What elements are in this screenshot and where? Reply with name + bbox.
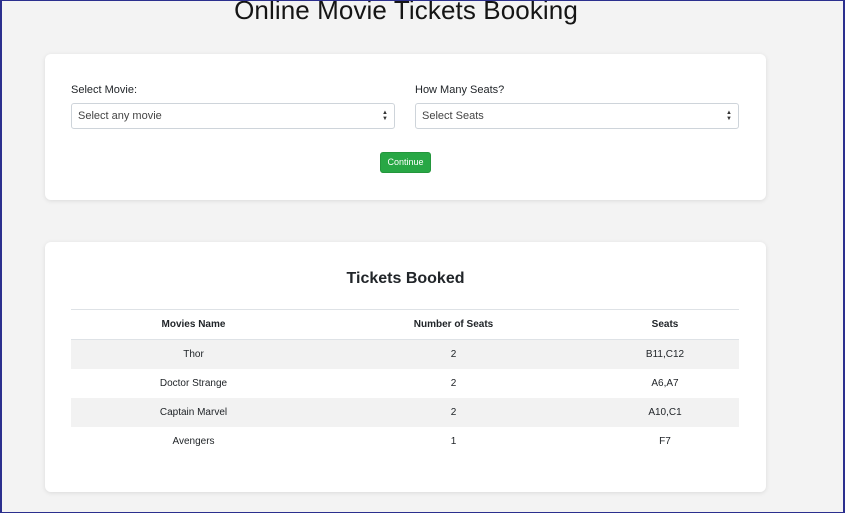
select-updown-icon: ▲ ▼ [726,110,732,122]
page-title: Online Movie Tickets Booking [234,0,578,25]
cell-count: 2 [450,377,457,389]
table-row: Avengers 1 F7 [71,427,739,456]
booking-form-card: Select Movie: Select any movie ▲ ▼ How Ma… [45,54,766,200]
movie-field: Select Movie: Select any movie ▲ ▼ [71,84,395,129]
table-row: Doctor Strange 2 A6,A7 [71,369,739,398]
cell-movie: Avengers [172,435,215,447]
movie-select-value: Select any movie [78,110,162,122]
seats-select-label: How Many Seats? [415,84,505,96]
seats-select[interactable]: Select Seats ▲ ▼ [415,103,739,129]
tickets-table: Movies Name Number of Seats Seats Thor 2… [71,309,739,456]
cell-seats: F7 [659,435,671,447]
seats-select-value: Select Seats [422,110,484,122]
cell-seats: A10,C1 [648,406,682,418]
seats-field: How Many Seats? Select Seats ▲ ▼ [415,84,739,129]
movie-select[interactable]: Select any movie ▲ ▼ [71,103,395,129]
cell-count: 1 [450,435,457,447]
movie-select-label: Select Movie: [71,84,138,96]
cell-movie: Thor [183,348,204,360]
table-row: Thor 2 B11,C12 [71,339,739,369]
tickets-booked-card: Tickets Booked Movies Name Number of Sea… [45,242,766,492]
app-window: Online Movie Tickets Booking Select Movi… [0,0,845,513]
cell-count: 2 [450,348,457,360]
cell-count: 2 [450,406,457,418]
cell-seats: B11,C12 [645,348,685,360]
select-updown-icon: ▲ ▼ [382,110,388,122]
column-header-movie: Movies Name [71,309,316,340]
column-header-count: Number of Seats [316,309,591,340]
cell-movie: Doctor Strange [159,377,228,389]
tickets-booked-title: Tickets Booked [346,270,465,287]
table-header-row: Movies Name Number of Seats Seats [71,309,739,340]
cell-movie: Captain Marvel [159,406,228,418]
column-header-seats: Seats [591,309,739,340]
table-row: Captain Marvel 2 A10,C1 [71,397,739,427]
cell-seats: A6,A7 [651,377,679,389]
continue-button[interactable]: Continue [380,152,431,173]
